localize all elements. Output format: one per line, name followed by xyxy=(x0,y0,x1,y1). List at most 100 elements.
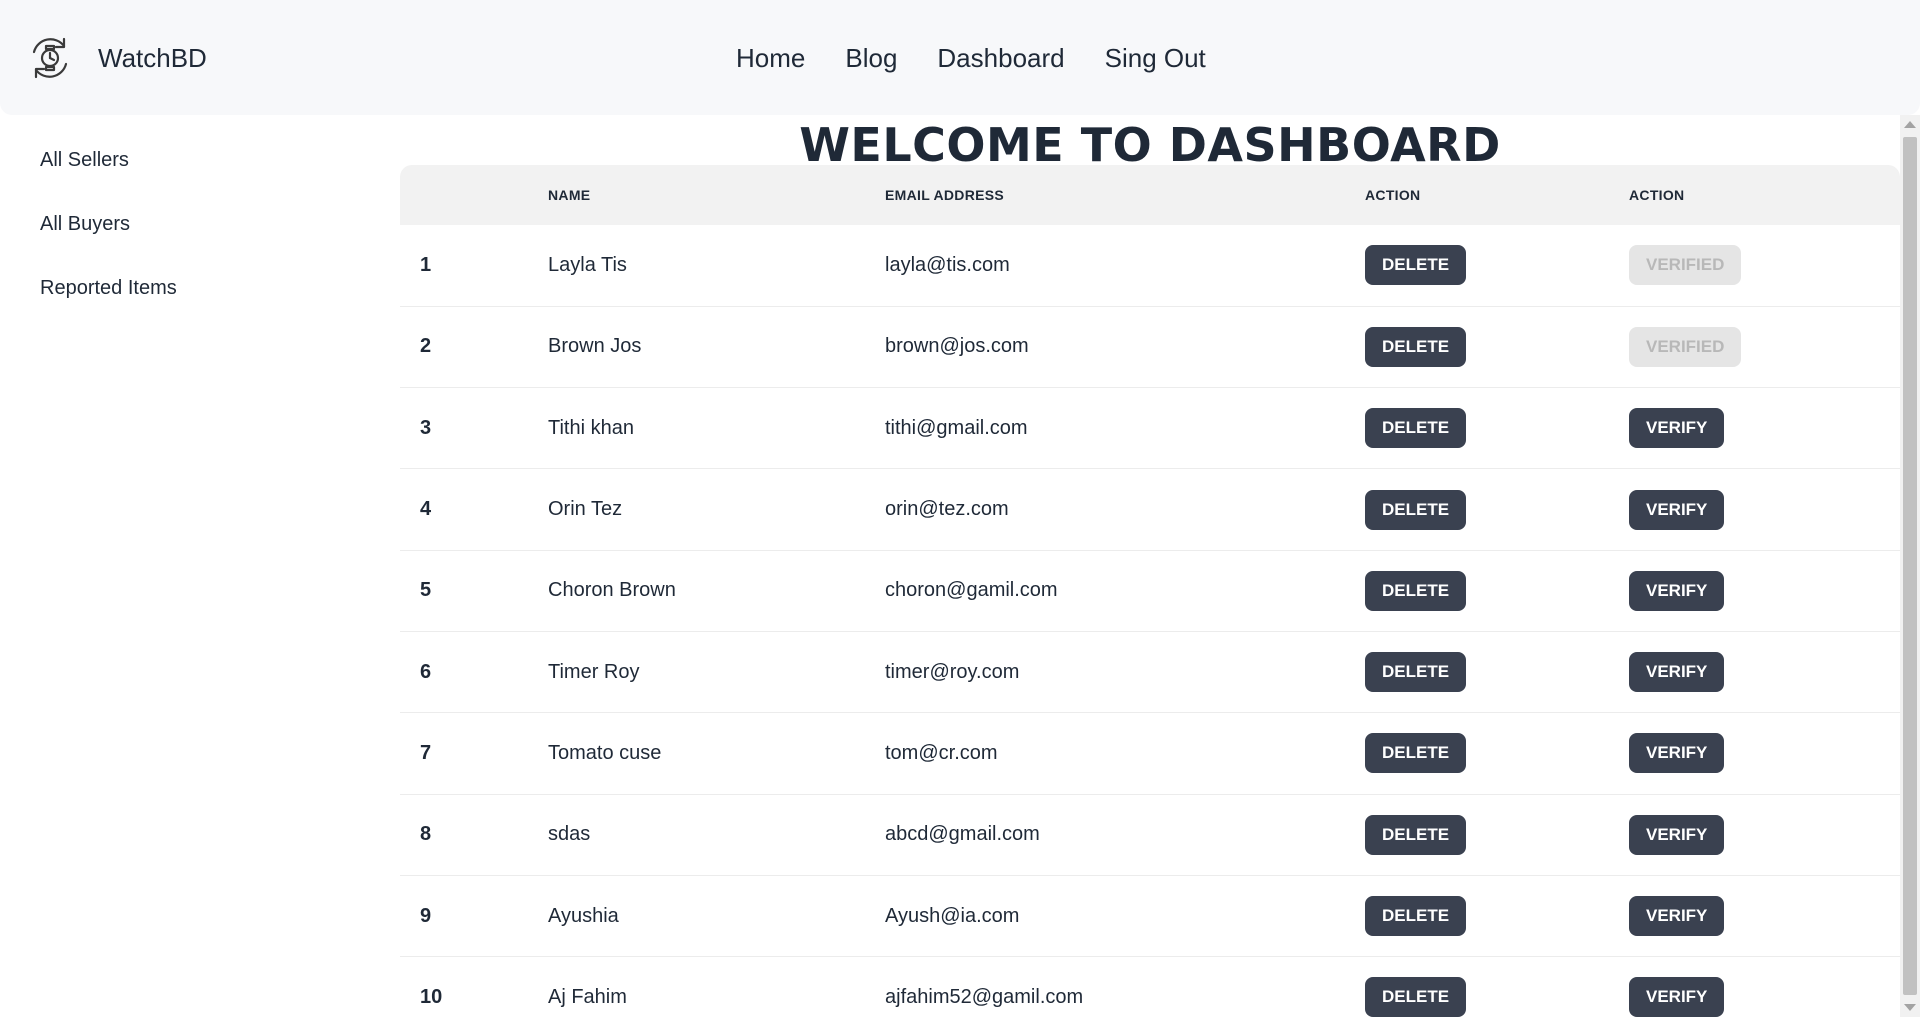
row-verify-cell: VERIFY xyxy=(1629,631,1900,712)
verify-button[interactable]: VERIFY xyxy=(1629,733,1725,774)
sidebar-item-all-buyers[interactable]: All Buyers xyxy=(0,194,400,254)
delete-button[interactable]: DELETE xyxy=(1365,977,1467,1017)
table-row: 2 Brown Jos brown@jos.com DELETE VERIFIED xyxy=(400,306,1900,388)
delete-button[interactable]: DELETE xyxy=(1365,408,1467,449)
table-row: 6 Timer Roy timer@roy.com DELETE VERIFY xyxy=(400,631,1900,713)
scroll-up-arrow-icon[interactable] xyxy=(1904,121,1916,128)
delete-button[interactable]: DELETE xyxy=(1365,326,1467,367)
table-row: 3 Tithi khan tithi@gmail.com DELETE VERIFY xyxy=(400,388,1900,469)
table-header: NAME EMAIL ADDRESS ACTION ACTION xyxy=(400,165,1900,225)
col-action-verify-header: ACTION xyxy=(1629,187,1685,203)
row-email: choron@gamil.com xyxy=(885,579,1058,602)
page-title: WELCOME TO DASHBOARD xyxy=(799,118,1501,172)
row-name: Brown Jos xyxy=(548,335,642,358)
row-delete-cell: DELETE xyxy=(1365,469,1629,550)
row-verify-cell: VERIFY xyxy=(1629,550,1900,631)
watch-refresh-icon xyxy=(26,34,74,82)
scrollbar-thumb[interactable] xyxy=(1903,137,1917,995)
delete-button[interactable]: DELETE xyxy=(1365,570,1467,611)
nav-signout-link[interactable]: Sing Out xyxy=(1085,36,1226,80)
nav-blog-link[interactable]: Blog xyxy=(825,36,917,80)
table-header-row: NAME EMAIL ADDRESS ACTION ACTION xyxy=(400,165,1900,225)
brand[interactable]: WatchBD xyxy=(26,33,207,83)
delete-button[interactable]: DELETE xyxy=(1365,814,1467,855)
row-verify-cell: VERIFY xyxy=(1629,794,1900,875)
delete-button[interactable]: DELETE xyxy=(1365,652,1467,693)
row-verify-cell: VERIFY xyxy=(1629,713,1900,794)
row-name: sdas xyxy=(548,823,591,846)
verify-button[interactable]: VERIFY xyxy=(1629,408,1725,449)
row-index: 3 xyxy=(420,416,432,439)
row-index: 4 xyxy=(420,498,432,521)
table-row: 8 sdas abcd@gmail.com DELETE VERIFY xyxy=(400,794,1900,876)
row-email: abcd@gmail.com xyxy=(885,823,1040,846)
row-delete-cell: DELETE xyxy=(1365,388,1629,469)
row-index: 1 xyxy=(420,253,432,276)
row-email: tithi@gmail.com xyxy=(885,416,1028,439)
row-delete-cell: DELETE xyxy=(1365,550,1629,631)
sidebar-item-reported-items[interactable]: Reported Items xyxy=(0,258,400,318)
verify-button[interactable]: VERIFY xyxy=(1629,570,1725,611)
verify-button[interactable]: VERIFY xyxy=(1629,814,1725,855)
delete-button[interactable]: DELETE xyxy=(1365,733,1467,774)
verify-button[interactable]: VERIFY xyxy=(1629,977,1725,1017)
row-index: 9 xyxy=(420,904,432,927)
row-name: Choron Brown xyxy=(548,579,676,602)
row-email: Ayush@ia.com xyxy=(885,904,1020,927)
table-row: 10 Aj Fahim ajfahim52@gamil.com DELETE VERIF… xyxy=(400,957,1900,1017)
delete-button[interactable]: DELETE xyxy=(1365,489,1467,530)
delete-button[interactable]: DELETE xyxy=(1365,896,1467,937)
row-delete-cell: DELETE xyxy=(1365,794,1629,875)
row-email: tom@cr.com xyxy=(885,741,998,764)
verified-button: VERIFIED xyxy=(1629,245,1742,286)
sellers-table-wrapper: NAME EMAIL ADDRESS ACTION ACTION 1 Layla … xyxy=(400,165,1900,1017)
col-email-header: EMAIL ADDRESS xyxy=(885,187,1005,203)
table-row: 1 Layla Tis layla@tis.com DELETE VERIFIED xyxy=(400,225,1900,307)
sidebar: All Sellers All Buyers Reported Items xyxy=(0,130,400,318)
page-scrollbar[interactable] xyxy=(1900,115,1920,1017)
row-verify-cell: VERIFIED xyxy=(1629,225,1900,306)
row-index: 10 xyxy=(420,985,443,1008)
row-email: timer@roy.com xyxy=(885,660,1020,683)
row-index: 5 xyxy=(420,579,432,602)
navbar: WatchBD Home Blog Dashboard Sing Out xyxy=(0,0,1920,115)
nav-home-link[interactable]: Home xyxy=(716,36,825,80)
brand-name: WatchBD xyxy=(98,42,207,73)
row-name: Orin Tez xyxy=(548,498,623,521)
row-delete-cell: DELETE xyxy=(1365,875,1629,956)
row-delete-cell: DELETE xyxy=(1365,225,1629,306)
row-name: Tomato cuse xyxy=(548,741,662,764)
row-name: Ayushia xyxy=(548,904,619,927)
row-verify-cell: VERIFY xyxy=(1629,875,1900,956)
scroll-down-arrow-icon[interactable] xyxy=(1904,1004,1916,1011)
table-row: 5 Choron Brown choron@gamil.com DELETE VERIF… xyxy=(400,550,1900,632)
verified-button: VERIFIED xyxy=(1629,326,1742,367)
row-delete-cell: DELETE xyxy=(1365,713,1629,794)
main-nav: Home Blog Dashboard Sing Out xyxy=(716,36,1226,80)
row-index: 7 xyxy=(420,741,432,764)
table-row: 7 Tomato cuse tom@cr.com DELETE VERIFY xyxy=(400,713,1900,795)
verify-button[interactable]: VERIFY xyxy=(1629,896,1725,937)
verify-button[interactable]: VERIFY xyxy=(1629,489,1725,530)
row-email: brown@jos.com xyxy=(885,335,1029,358)
row-verify-cell: VERIFIED xyxy=(1629,306,1900,387)
main-content: WELCOME TO DASHBOARD NAME EMAIL ADDRESS … xyxy=(400,115,1900,1017)
row-index: 8 xyxy=(420,823,432,846)
row-delete-cell: DELETE xyxy=(1365,957,1629,1017)
delete-button[interactable]: DELETE xyxy=(1365,245,1467,286)
row-name: Timer Roy xyxy=(548,660,640,683)
row-verify-cell: VERIFY xyxy=(1629,388,1900,469)
nav-dashboard-link[interactable]: Dashboard xyxy=(917,36,1084,80)
table-row: 4 Orin Tez orin@tez.com DELETE VERIFY xyxy=(400,469,1900,551)
row-name: Aj Fahim xyxy=(548,985,627,1008)
sidebar-item-all-sellers[interactable]: All Sellers xyxy=(0,130,400,190)
row-name: Layla Tis xyxy=(548,253,627,276)
row-verify-cell: VERIFY xyxy=(1629,469,1900,550)
col-name-header: NAME xyxy=(548,187,591,203)
col-action-delete-header: ACTION xyxy=(1365,187,1421,203)
table-body: 1 Layla Tis layla@tis.com DELETE VERIFIED 2 Br… xyxy=(400,225,1900,1017)
row-name: Tithi khan xyxy=(548,416,634,439)
row-verify-cell: VERIFY xyxy=(1629,957,1900,1017)
row-delete-cell: DELETE xyxy=(1365,631,1629,712)
verify-button[interactable]: VERIFY xyxy=(1629,652,1725,693)
